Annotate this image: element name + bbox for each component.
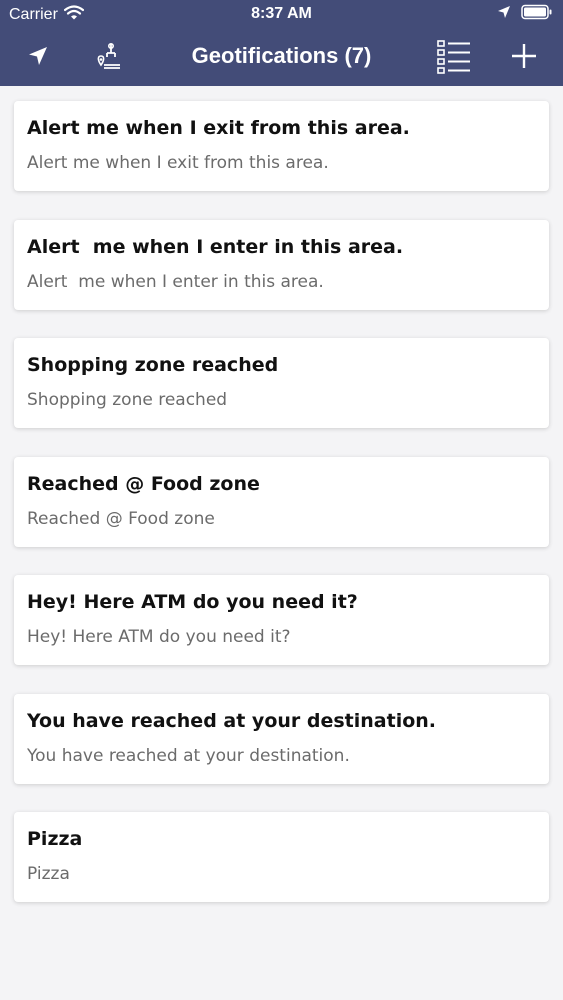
geotification-subtitle: Pizza (27, 864, 70, 884)
status-bar: Carrier 8:37 AM (0, 0, 563, 30)
list-icon (436, 38, 472, 78)
geotification-card[interactable]: Reached @ Food zone Reached @ Food zone (14, 456, 549, 547)
battery-icon (521, 4, 553, 25)
geotification-card[interactable]: Pizza Pizza (14, 812, 549, 902)
location-arrow-icon (497, 5, 511, 24)
geotification-title: You have reached at your destination. (27, 709, 437, 732)
status-right (497, 4, 553, 25)
geotification-card[interactable]: Shopping zone reached Shopping zone reac… (14, 338, 549, 428)
geotification-title: Alert me when I exit from this area. (27, 117, 410, 139)
geotification-subtitle: Alert me when I exit from this area. (27, 153, 329, 173)
geotification-title: Shopping zone reached (27, 354, 279, 376)
geotification-card[interactable]: Alert me when I exit from this area. Ale… (14, 101, 549, 191)
geotification-title: Pizza (27, 828, 83, 850)
geotification-title: Hey! Here ATM do you need it? (27, 591, 358, 613)
plus-icon (511, 43, 537, 73)
list-view-button[interactable] (436, 40, 472, 76)
page-title: Geotifications (7) (191, 43, 372, 68)
geotification-card[interactable]: Hey! Here ATM do you need it? Hey! Here … (14, 575, 549, 665)
geotification-title: Alert me when I enter in this area. (27, 235, 404, 258)
geotification-subtitle: Reached @ Food zone (27, 508, 215, 529)
geotification-title: Reached @ Food zone (27, 472, 260, 495)
geotification-list: Alert me when I exit from this area. Ale… (14, 101, 549, 931)
add-geotification-button[interactable] (506, 40, 542, 76)
geotification-subtitle: Alert me when I enter in this area. (27, 271, 324, 292)
navigation-bar: Geotifications (7) (0, 30, 563, 86)
status-time: 8:37 AM (251, 5, 312, 22)
geotification-card[interactable]: Alert me when I enter in this area. Aler… (14, 219, 549, 310)
geotification-subtitle: Hey! Here ATM do you need it? (27, 627, 291, 647)
geotification-card[interactable]: You have reached at your destination. Yo… (14, 693, 549, 784)
geotification-subtitle: You have reached at your destination. (27, 745, 350, 766)
geotification-subtitle: Shopping zone reached (27, 390, 228, 410)
